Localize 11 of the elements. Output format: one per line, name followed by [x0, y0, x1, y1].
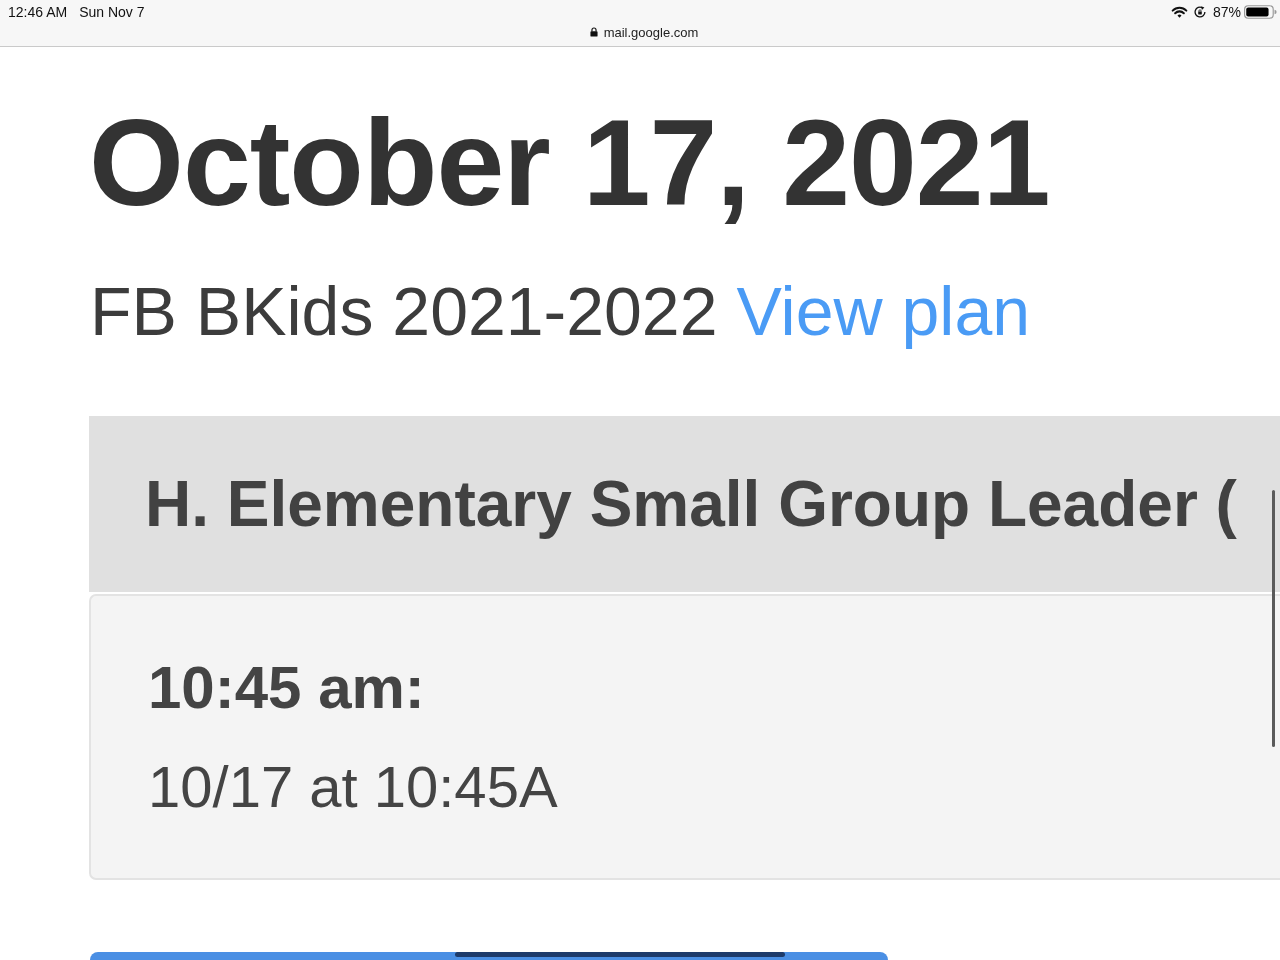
- page-title: October 17, 2021: [89, 102, 1050, 224]
- orientation-lock-icon: [1193, 5, 1206, 18]
- wifi-icon: [1170, 5, 1188, 18]
- status-time: 12:46 AM: [8, 3, 68, 20]
- address-url[interactable]: mail.google.com: [603, 24, 699, 40]
- status-date: Sun Nov 7: [79, 3, 145, 20]
- time-label: 10:45 am:: [148, 658, 426, 718]
- battery-icon: [1244, 4, 1277, 19]
- battery-percent: 87%: [1212, 3, 1241, 20]
- lock-icon: [589, 27, 598, 37]
- time-detail: 10/17 at 10:45A: [148, 758, 559, 816]
